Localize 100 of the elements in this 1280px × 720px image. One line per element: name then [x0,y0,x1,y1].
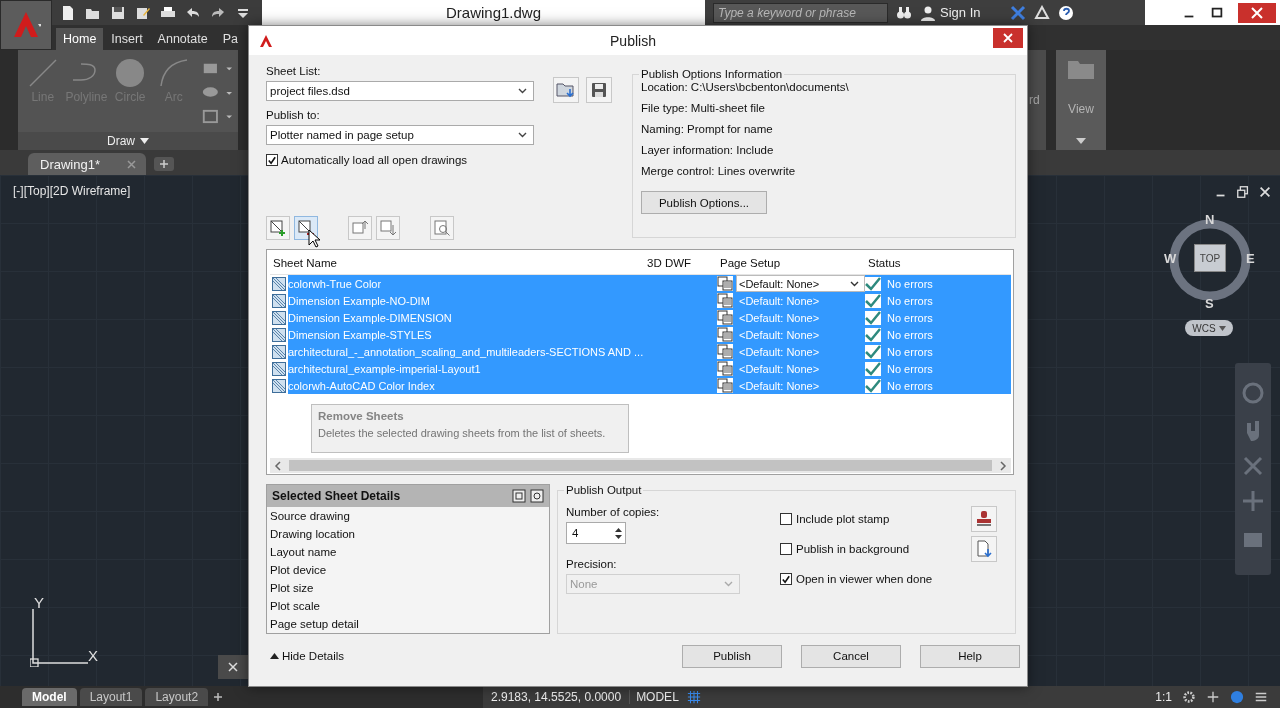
dialog-button[interactable]: Cancel [801,644,901,668]
menu-icon[interactable] [1254,690,1268,704]
compass-label[interactable]: S [1205,296,1214,311]
ribbon-tab[interactable]: Annotate [150,28,215,50]
group-title: Publish Output [565,484,643,496]
info-text: Merge control: Lines overwrite [641,164,797,179]
axis-label: Y [34,594,44,611]
page-setup-icon [717,310,733,325]
column-header[interactable]: Status [865,257,1011,269]
caret-icon [724,581,733,587]
checkbox-label: Publish in background [796,543,911,555]
status-cell: No errors [887,277,933,290]
plot-stamp-button[interactable] [971,506,997,532]
file-tab[interactable]: Drawing1* [28,153,146,175]
load-sheet-list-button[interactable] [553,77,579,103]
folder-icon [556,81,576,99]
annotation-scale[interactable]: 1:1 [1155,690,1172,704]
sheet-name: Dimension Example-STYLES [288,328,432,341]
detail-label: Source drawing [269,509,351,524]
save-icon[interactable] [110,4,126,21]
stamp-icon [975,510,993,528]
application-menu-button[interactable] [0,0,52,50]
column-header[interactable]: Sheet Name [270,257,644,269]
info-text: Layer information: Include [641,143,775,158]
checkbox[interactable] [780,513,792,525]
sheet-list-dropdown[interactable]: project files.dsd [266,81,534,101]
dialog-title: Publish [609,32,657,49]
search-field[interactable]: Type a keyword or phrase [713,2,888,23]
close-icon [1003,32,1013,43]
preview-icon[interactable] [530,489,544,503]
check-icon [865,378,881,393]
checkbox[interactable] [266,154,278,166]
dialog-button[interactable]: Help [920,644,1020,668]
layout-tab[interactable]: Model [22,688,77,706]
horizontal-scrollbar[interactable] [270,458,1011,473]
view-cube-face[interactable]: TOP [1194,244,1226,272]
check-icon [865,361,881,376]
add-sheets-button[interactable] [266,216,290,240]
panel-title-bar[interactable]: Draw [18,132,238,150]
layout-tab[interactable]: Layout1 [79,688,143,706]
viewport-label[interactable]: [-][Top][2D Wireframe] [13,184,131,198]
details-view-icon[interactable] [512,489,526,503]
close-button[interactable] [993,27,1023,48]
close-button[interactable] [1238,2,1276,23]
sign-in-button[interactable]: Sign In [920,4,981,21]
status-cell: No errors [887,362,933,375]
page-setup-cell-text: <Default: None> [738,379,820,392]
panel-title: Selected Sheet Details [272,489,402,503]
compass-label[interactable]: N [1205,212,1215,227]
command-line-bar[interactable] [218,655,248,679]
caret-icon [140,138,149,144]
globe-icon[interactable] [1230,690,1244,704]
check-icon [865,327,881,342]
layout-tab[interactable]: Layout2 [145,688,209,706]
dialog-button[interactable]: Publish [682,644,782,668]
sheet-name: Dimension Example-DIMENSION [288,311,452,324]
sheet-name: colorwh-AutoCAD Color Index [288,379,435,392]
export-button[interactable] [971,536,997,562]
ucs-menu-button[interactable]: WCS [1185,320,1233,336]
detail-label: Plot size [269,581,315,596]
caret-icon [850,280,859,287]
info-text: Location: C:\Users\bcbenton\documents\ [641,80,850,95]
ribbon-tab[interactable]: Pa [215,28,245,50]
grid-icon[interactable] [686,690,701,704]
page-setup-cell-text: <Default: None> [738,328,820,341]
copies-spinner[interactable]: 4 [566,522,626,544]
detail-label: Page setup detail [269,617,360,632]
preview-button[interactable] [430,216,454,240]
sheet-icon [272,361,286,376]
field-label: Publish to: [266,109,321,121]
hide-details-button[interactable]: Hide Details [266,650,344,662]
triangle-network-icon[interactable] [1034,4,1051,21]
ribbon-tab[interactable]: Insert [104,28,150,50]
checkbox[interactable] [780,573,792,585]
page-setup-cell-text: <Default: None> [738,294,820,307]
gear-icon[interactable] [1182,690,1196,704]
detail-label: Plot scale [269,599,321,614]
page-setup-icon [717,361,733,376]
page-setup-icon [717,378,733,393]
new-file-icon[interactable] [60,4,76,21]
help-icon[interactable] [1058,4,1075,21]
compass-label[interactable]: W [1164,251,1177,266]
ribbon-tab[interactable]: Home [56,28,104,50]
binoculars-icon[interactable] [896,4,912,21]
checkbox[interactable] [780,543,792,555]
column-header[interactable]: 3D DWF [644,257,717,269]
page-setup-dropdown[interactable]: <Default: None> [736,275,865,292]
publish-options-button[interactable]: Publish Options... [641,191,767,214]
new-tab-icon[interactable] [154,157,174,171]
caret-icon [518,88,527,94]
plus-icon[interactable] [1206,690,1220,704]
maximize-icon[interactable] [1210,5,1224,20]
publish-to-dropdown[interactable]: Plotter named in page setup [266,125,534,145]
model-space-toggle[interactable]: MODEL [629,690,679,704]
sheet-row[interactable]: colorwh-True Color <Default: None> No errors [270,275,1011,292]
sheet-icon [272,276,286,291]
column-header[interactable]: Page Setup [717,257,865,269]
save-sheet-list-button[interactable] [586,77,612,103]
restore-icon[interactable] [1236,185,1250,199]
cursor-icon [308,229,320,248]
